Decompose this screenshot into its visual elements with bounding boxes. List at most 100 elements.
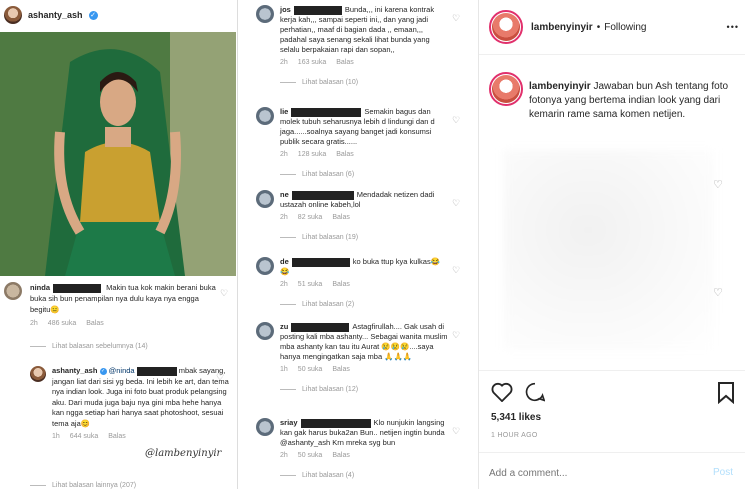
- middle-comments-panel: jos Bunda,,, ini karena kontrak kerja kah…: [248, 0, 470, 489]
- like-count[interactable]: 486 suka: [48, 320, 76, 327]
- caption-username[interactable]: lambenyinyir: [529, 81, 591, 92]
- redaction-bar: [300, 418, 371, 428]
- redaction-bar: [291, 107, 362, 117]
- view-replies[interactable]: Lihat balasan (4): [280, 471, 448, 481]
- verified-badge-icon: ✓: [88, 10, 98, 20]
- heart-icon[interactable]: ♡: [713, 286, 723, 299]
- avatar[interactable]: [492, 13, 520, 41]
- heart-icon[interactable]: ♡: [220, 288, 228, 299]
- reply-link[interactable]: Balas: [332, 281, 350, 288]
- comment-meta: 2h 82 suka Balas: [280, 213, 448, 223]
- reply-mention[interactable]: @ninda: [109, 366, 135, 375]
- avatar[interactable]: [256, 418, 274, 436]
- avatar[interactable]: [4, 6, 22, 24]
- divider: [479, 452, 745, 453]
- heart-icon[interactable]: ♡: [216, 372, 224, 383]
- comment-username[interactable]: ninda: [30, 283, 50, 292]
- watermark-signature: @lambenyinyir: [145, 448, 222, 459]
- heart-icon[interactable]: ♡: [452, 115, 460, 125]
- heart-icon[interactable]: ♡: [713, 178, 723, 191]
- following-button[interactable]: Following: [604, 22, 646, 33]
- avatar[interactable]: [256, 5, 274, 23]
- view-replies[interactable]: Lihat balasan (10): [280, 78, 448, 88]
- comment-time: 2h: [280, 59, 288, 66]
- avatar[interactable]: [492, 75, 520, 103]
- redaction-bar: [293, 5, 342, 15]
- comment-time: 2h: [30, 320, 38, 327]
- view-more-replies[interactable]: Lihat balasan lainnya (207): [30, 482, 136, 489]
- heart-icon[interactable]: ♡: [452, 198, 460, 208]
- redaction-bar: [53, 283, 101, 293]
- reply-time: 1h: [52, 433, 60, 440]
- reply-link[interactable]: Balas: [332, 366, 350, 373]
- right-post-panel: lambenyinyir • Following ••• lambenyinyi…: [478, 0, 745, 489]
- reply-link[interactable]: Balas: [336, 59, 354, 66]
- story-ring[interactable]: [489, 72, 523, 106]
- comment-time: 2h: [280, 452, 288, 459]
- post-photo: [0, 32, 236, 276]
- comment-time: 2h: [280, 151, 288, 158]
- heart-icon[interactable]: ♡: [452, 426, 460, 436]
- view-replies[interactable]: Lihat balasan (6): [280, 170, 448, 180]
- view-replies[interactable]: Lihat balasan (12): [280, 385, 448, 395]
- avatar[interactable]: [256, 322, 274, 340]
- like-count[interactable]: 51 suka: [298, 281, 323, 288]
- comment-username[interactable]: sriay: [280, 418, 298, 427]
- view-replies[interactable]: Lihat balasan (2): [280, 300, 448, 310]
- separator-dot: •: [596, 21, 601, 33]
- reply-link[interactable]: Balas: [336, 151, 354, 158]
- like-heart-icon[interactable]: [491, 382, 513, 402]
- avatar[interactable]: [256, 190, 274, 208]
- woman-figure-illustration: [0, 32, 236, 276]
- view-previous-replies[interactable]: Lihat balasan sebelumnya (14): [30, 343, 148, 350]
- redaction-bar: [291, 257, 350, 267]
- left-post-header: ashanty_ash ✓: [4, 5, 98, 25]
- like-count[interactable]: 50 suka: [298, 366, 323, 373]
- comment-meta: 2h 128 suka Balas: [280, 150, 448, 160]
- comment-username[interactable]: de: [280, 257, 289, 266]
- comment-meta: 2h 51 suka Balas: [280, 280, 448, 290]
- divider: [479, 54, 745, 55]
- like-count[interactable]: 644 suka: [70, 433, 98, 440]
- reply-link[interactable]: Balas: [332, 214, 350, 221]
- like-count[interactable]: 128 suka: [298, 151, 326, 158]
- comment-username[interactable]: ne: [280, 190, 289, 199]
- comment-time: 2h: [280, 281, 288, 288]
- left-post-panel: ashanty_ash ✓ ninda Makin tua kok makin …: [0, 0, 238, 489]
- divider: [479, 370, 745, 371]
- comment-username[interactable]: lie: [280, 107, 288, 116]
- comment-time: 1h: [280, 366, 288, 373]
- avatar[interactable]: [4, 282, 22, 300]
- heart-icon[interactable]: ♡: [452, 13, 460, 23]
- reply-username[interactable]: ashanty_ash: [52, 366, 97, 375]
- heart-icon[interactable]: ♡: [452, 265, 460, 275]
- add-comment-input[interactable]: [489, 464, 689, 482]
- reply-link[interactable]: Balas: [86, 320, 104, 327]
- reply-link[interactable]: Balas: [108, 433, 126, 440]
- comment-username[interactable]: zu: [280, 322, 288, 331]
- avatar[interactable]: [256, 257, 274, 275]
- post-button[interactable]: Post: [713, 467, 733, 478]
- comment-username[interactable]: jos: [280, 5, 291, 14]
- like-count[interactable]: 82 suka: [298, 214, 323, 221]
- verified-badge-icon: ✓: [99, 367, 107, 375]
- username[interactable]: ashanty_ash: [28, 10, 83, 20]
- heart-icon[interactable]: ♡: [452, 330, 460, 340]
- like-count[interactable]: 50 suka: [298, 452, 323, 459]
- avatar[interactable]: [30, 366, 46, 382]
- action-bar: [489, 380, 739, 406]
- more-options-icon[interactable]: •••: [727, 22, 739, 32]
- reply-link[interactable]: Balas: [332, 452, 350, 459]
- story-ring[interactable]: [489, 10, 523, 44]
- bookmark-icon[interactable]: [717, 382, 735, 404]
- like-count[interactable]: 163 suka: [298, 59, 326, 66]
- view-replies[interactable]: Lihat balasan (19): [280, 233, 448, 243]
- header-username[interactable]: lambenyinyir: [531, 22, 593, 33]
- avatar[interactable]: [256, 107, 274, 125]
- likes-count[interactable]: 5,341 likes: [491, 412, 541, 423]
- blurred-comments-area: [504, 150, 714, 350]
- redaction-bar: [291, 190, 354, 200]
- post-timestamp: 1 HOUR AGO: [491, 432, 538, 439]
- comment-icon[interactable]: [525, 382, 545, 402]
- post-header: lambenyinyir • Following •••: [489, 10, 739, 44]
